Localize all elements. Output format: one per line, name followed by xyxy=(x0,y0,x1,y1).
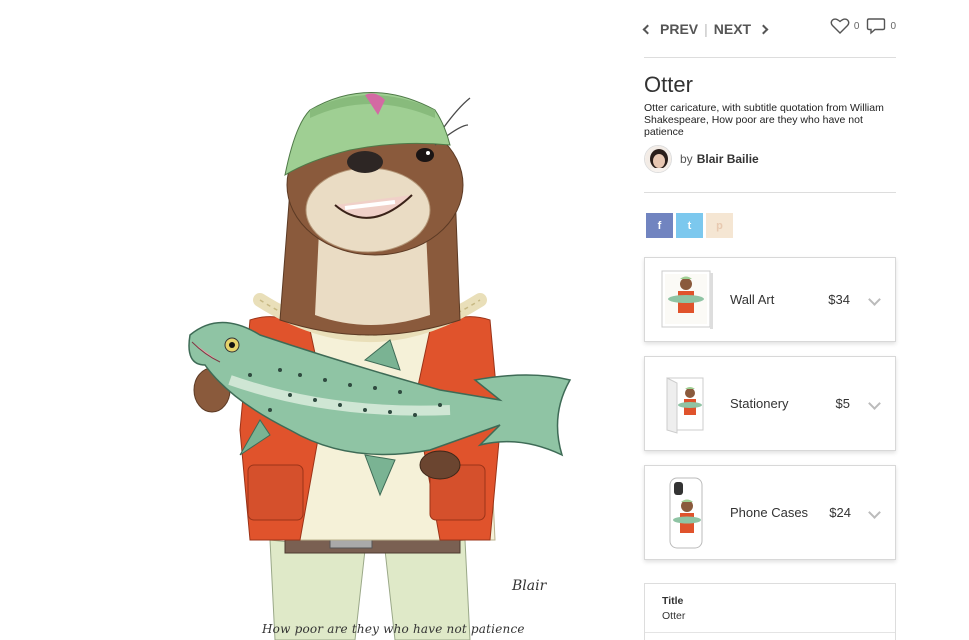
artist-avatar-image xyxy=(645,146,671,172)
next-label: NEXT xyxy=(713,21,752,37)
divider xyxy=(645,632,895,633)
prev-label: PREV xyxy=(660,21,699,37)
chevron-right-icon xyxy=(758,24,769,34)
product-name: Wall Art xyxy=(730,292,775,307)
product-name: Phone Cases xyxy=(730,505,809,520)
divider xyxy=(644,192,896,193)
social-counts: 0 0 xyxy=(830,17,896,35)
artwork-caption: How poor are they who have not patience xyxy=(262,622,525,636)
product-price: $5 xyxy=(835,396,850,411)
details-value-title: Otter xyxy=(662,610,686,622)
otter-illustration xyxy=(188,92,572,640)
product-card-wall-art[interactable]: Wall Art $34 xyxy=(644,257,896,342)
product-thumbnail xyxy=(660,269,714,336)
chevron-down-icon[interactable] xyxy=(868,397,881,410)
artist-name-link[interactable]: Blair Bailie xyxy=(697,152,759,166)
product-name: Stationery xyxy=(730,396,789,411)
twitter-share-button[interactable]: t xyxy=(676,213,703,238)
artwork-image[interactable] xyxy=(150,70,590,640)
like-button[interactable]: 0 xyxy=(830,17,860,35)
product-card-phone-cases[interactable]: Phone Cases $24 xyxy=(644,465,896,560)
comment-button[interactable]: 0 xyxy=(866,17,896,35)
pinterest-share-button[interactable]: p xyxy=(706,213,733,238)
facebook-share-button[interactable]: f xyxy=(646,213,673,238)
prev-button[interactable]: PREV xyxy=(642,21,699,37)
twitter-icon: t xyxy=(687,219,692,232)
facebook-icon: f xyxy=(657,219,662,232)
details-label-title: Title xyxy=(662,595,684,607)
chevron-down-icon[interactable] xyxy=(868,293,881,306)
pinterest-icon: p xyxy=(716,219,723,232)
comment-icon xyxy=(867,18,886,35)
artwork-navigation: PREV | NEXT xyxy=(642,19,769,39)
divider xyxy=(644,57,896,58)
product-card-stationery[interactable]: Stationery $5 xyxy=(644,356,896,451)
page-title: Otter xyxy=(644,72,693,97)
avatar[interactable] xyxy=(644,145,672,173)
next-button[interactable]: NEXT xyxy=(713,21,769,37)
nav-separator: | xyxy=(704,21,708,37)
product-thumbnail xyxy=(667,476,707,557)
product-thumbnail xyxy=(663,375,707,440)
artwork-description: Otter caricature, with subtitle quotatio… xyxy=(644,102,884,138)
comment-count: 0 xyxy=(890,20,896,32)
artist-signature: Blair xyxy=(512,578,547,594)
artist-byline: by Blair Bailie xyxy=(644,145,759,173)
heart-icon xyxy=(830,18,850,34)
chevron-down-icon[interactable] xyxy=(868,506,881,519)
like-count: 0 xyxy=(853,20,860,32)
share-buttons: f t p xyxy=(646,213,733,238)
artwork-details: Title Otter xyxy=(644,583,896,640)
by-label: by xyxy=(680,152,693,166)
product-price: $24 xyxy=(829,505,851,520)
product-price: $34 xyxy=(828,292,850,307)
chevron-left-icon xyxy=(642,24,653,34)
